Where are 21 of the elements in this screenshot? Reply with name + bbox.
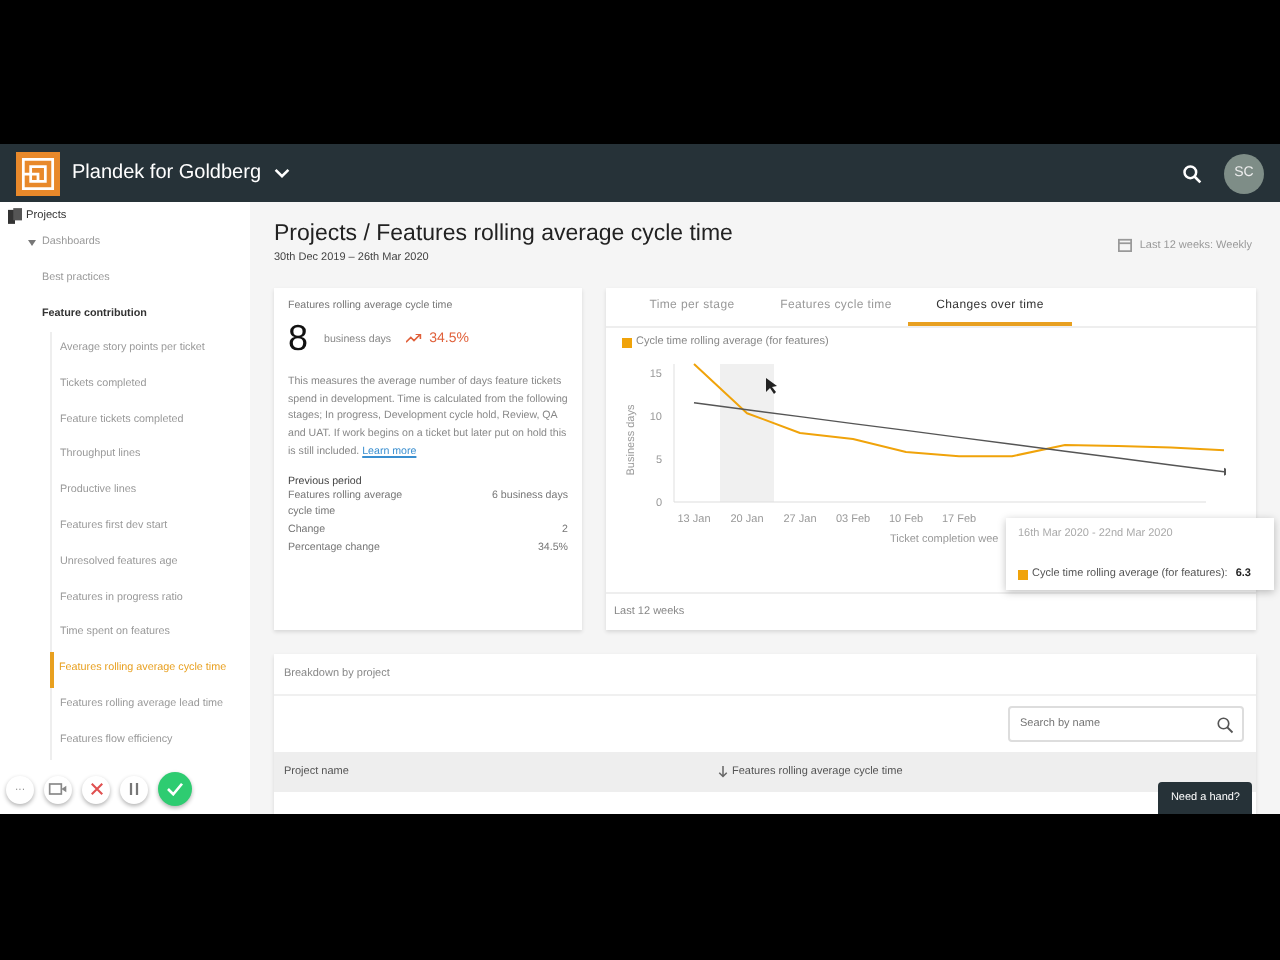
calendar-icon [1117, 238, 1132, 252]
pause-button[interactable] [120, 775, 148, 803]
hover-highlight [720, 364, 774, 502]
tooltip-swatch [1018, 569, 1028, 579]
camera-button[interactable] [44, 775, 72, 803]
workspace-title[interactable]: Plandek for Goldberg [72, 162, 262, 184]
sort-down-icon [718, 766, 728, 778]
checkmark-icon [166, 782, 184, 796]
trend-up-icon [405, 334, 422, 344]
document-icon [8, 207, 22, 223]
metric-value: 8 [288, 318, 309, 360]
pause-icon [128, 782, 140, 796]
page-title: Projects / Features rolling average cycle time [274, 222, 733, 246]
cancel-button[interactable] [82, 775, 110, 803]
search-icon[interactable] [1216, 715, 1234, 733]
mouse-pointer-icon [766, 378, 777, 394]
logo-icon [16, 151, 60, 195]
video-camera-icon [48, 782, 68, 796]
search-icon[interactable] [1182, 163, 1202, 183]
close-icon [89, 782, 103, 796]
chevron-down-icon[interactable] [273, 168, 290, 178]
